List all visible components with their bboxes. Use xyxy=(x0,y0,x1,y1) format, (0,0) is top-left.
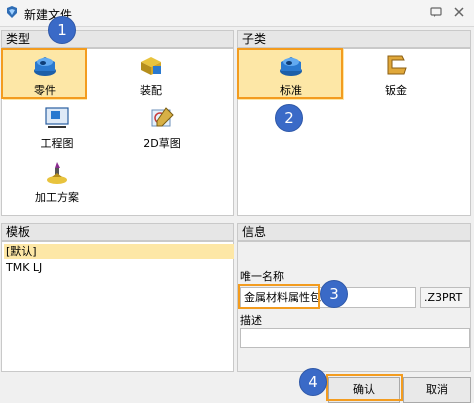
template-row-tmk[interactable]: TMK LJ xyxy=(4,260,234,275)
chat-icon[interactable] xyxy=(429,5,443,19)
extension-field: .Z3PRT xyxy=(420,287,470,308)
template-row-default[interactable]: [默认] xyxy=(4,244,234,259)
highlight-box-standard xyxy=(237,48,343,99)
app-logo-icon xyxy=(7,6,17,18)
type-header: 类型 xyxy=(1,30,234,48)
description-input[interactable] xyxy=(240,328,470,348)
assembly-icon xyxy=(141,57,161,75)
name-label: 唯一名称 xyxy=(240,270,284,283)
info-header: 信息 xyxy=(237,223,471,241)
machining-icon xyxy=(47,162,67,184)
type-item-label: 加工方案 xyxy=(35,191,79,204)
subtype-header: 子类 xyxy=(237,30,471,48)
description-label: 描述 xyxy=(240,314,262,327)
sketch-2d-icon xyxy=(151,107,174,127)
drawing-icon xyxy=(45,107,69,128)
highlight-box-part xyxy=(1,48,87,99)
subtype-item-sheet-metal[interactable]: 钣金 xyxy=(354,49,438,98)
type-item-label: 2D草图 xyxy=(143,137,181,150)
type-item-label: 工程图 xyxy=(40,137,74,150)
close-icon[interactable] xyxy=(452,5,466,19)
template-list: [默认] TMK LJ xyxy=(1,241,234,372)
callout-badge-3: 3 xyxy=(320,280,348,308)
cancel-button[interactable]: 取消 xyxy=(403,377,471,403)
highlight-box-name xyxy=(238,284,320,309)
type-item-label: 装配 xyxy=(140,84,162,97)
highlight-box-confirm xyxy=(326,374,403,401)
subtype-item-label: 钣金 xyxy=(385,84,407,97)
callout-badge-2: 2 xyxy=(275,104,303,132)
callout-badge-4: 4 xyxy=(299,368,327,396)
callout-badge-1: 1 xyxy=(48,16,76,44)
type-item-drawing[interactable]: 工程图 xyxy=(14,105,100,151)
template-header: 模板 xyxy=(1,223,234,241)
type-item-assembly[interactable]: 装配 xyxy=(109,49,193,98)
type-item-sketch-2d[interactable]: 2D草图 xyxy=(120,105,204,151)
type-item-machining[interactable]: 加工方案 xyxy=(14,159,100,205)
sheet-metal-icon xyxy=(387,55,407,75)
